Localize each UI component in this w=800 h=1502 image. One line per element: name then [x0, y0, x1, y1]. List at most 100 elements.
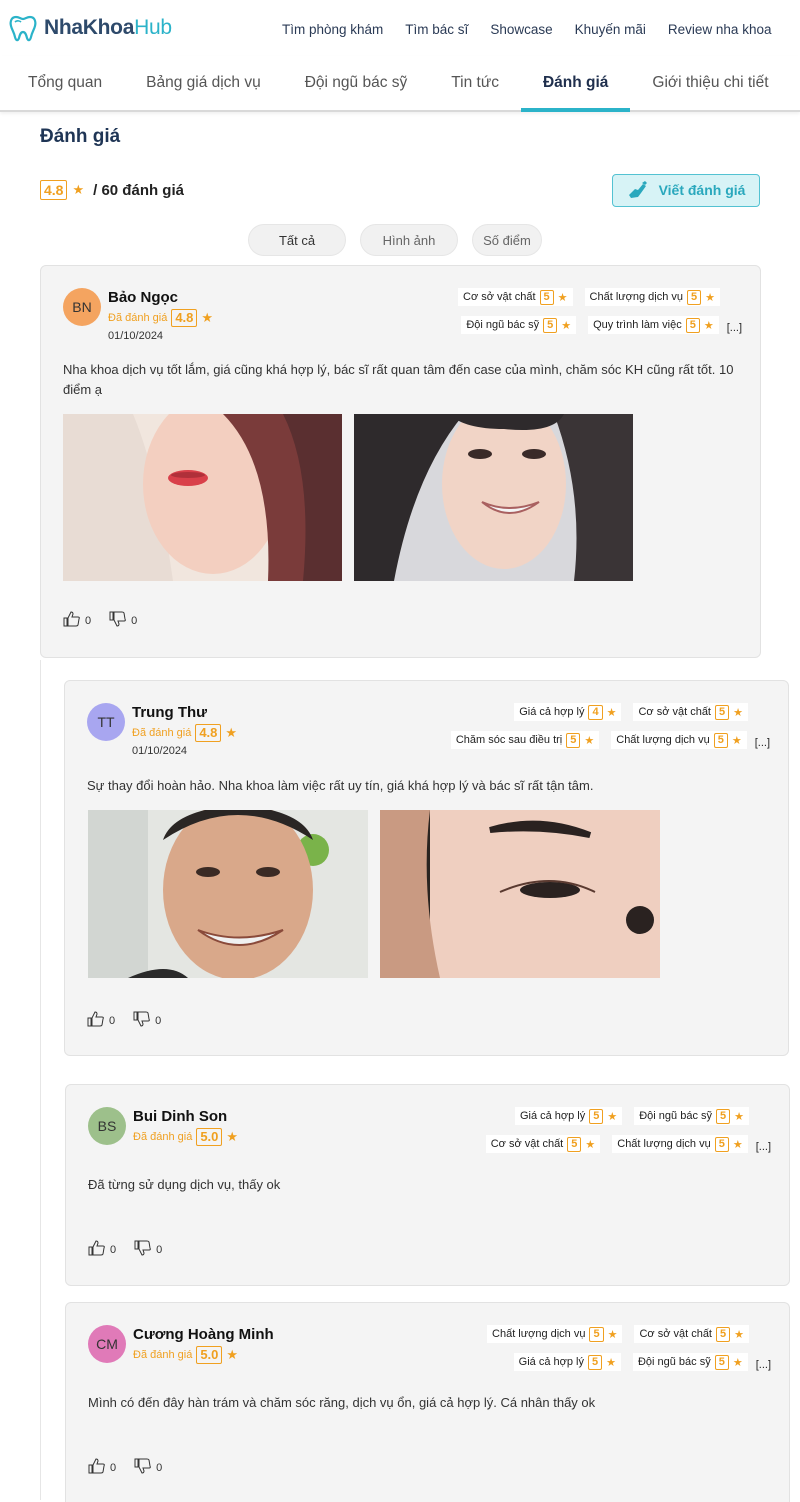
star-icon: ★ — [733, 706, 743, 719]
review-card: BS Bui Dinh Son Đã đánh giá 5.0 ★ Giá cả… — [65, 1084, 790, 1286]
rated-score: Đã đánh giá 4.8 ★ — [108, 309, 213, 327]
tab-price-list[interactable]: Bảng giá dịch vụ — [146, 74, 261, 110]
review-count: / 60 đánh giá — [93, 181, 184, 199]
thumbs-up-icon — [87, 1011, 104, 1027]
score-badge: 5.0 — [196, 1346, 223, 1364]
more-criteria-link[interactable]: [...] — [755, 737, 770, 749]
review-date: 01/10/2024 — [132, 745, 188, 757]
tooth-logo-icon — [9, 15, 37, 42]
thread-line — [40, 660, 41, 1500]
star-icon: ★ — [607, 1328, 618, 1341]
reviews-title: Đánh giá — [40, 126, 121, 147]
thumbs-up-icon — [88, 1458, 105, 1474]
nav-showcase[interactable]: Showcase — [490, 22, 552, 37]
rated-score: Đã đánh giá 5.0 ★ — [133, 1128, 238, 1146]
criterion-chip: Giá cả hợp lý 5 ★ — [513, 1353, 621, 1371]
rated-label: Đã đánh giá — [132, 727, 192, 739]
reviewer-name: Bui Dinh Son — [133, 1108, 228, 1125]
thumbs-down-icon — [134, 1458, 151, 1474]
rated-label: Đã đánh giá — [133, 1131, 193, 1143]
star-icon: ★ — [201, 310, 214, 325]
tab-doctors[interactable]: Đội ngũ bác sỹ — [305, 74, 408, 110]
dislike-button[interactable]: 0 — [133, 1011, 161, 1027]
criterion-chip: Chất lượng dịch vụ 5 ★ — [584, 288, 720, 306]
star-icon: ★ — [606, 1356, 616, 1369]
top-header: NhaKhoaHub Tìm phòng khám Tìm bác sĩ Sho… — [0, 0, 800, 56]
rated-score: Đã đánh giá 4.8 ★ — [132, 724, 237, 742]
criteria-scores: Chất lượng dịch vụ 5 ★ Cơ sở vật chất 5 ★ Gi… — [329, 1325, 771, 1381]
review-photo[interactable] — [354, 414, 633, 581]
nav-find-doctor[interactable]: Tìm bác sĩ — [405, 22, 468, 37]
filter-images[interactable]: Hình ảnh — [360, 224, 458, 256]
average-score-badge: 4.8 — [40, 180, 68, 200]
avatar: BS — [88, 1107, 126, 1145]
star-icon: ★ — [561, 319, 572, 332]
thumbs-down-icon — [133, 1011, 150, 1027]
criterion-chip: Đội ngũ bác sỹ 5 ★ — [634, 1107, 749, 1125]
review-photo[interactable] — [380, 810, 660, 978]
like-count: 0 — [109, 1015, 116, 1027]
dislike-count: 0 — [156, 1244, 163, 1256]
criteria-scores: Giá cả hợp lý 4 ★ Cơ sở vật chất 5 ★ Chăm só… — [328, 703, 770, 759]
criterion-chip: Chất lượng dịch vụ 5 ★ — [611, 731, 747, 749]
reaction-bar: 0 0 — [87, 1011, 161, 1027]
star-icon: ★ — [72, 182, 85, 197]
review-photo[interactable] — [63, 414, 342, 581]
star-icon: ★ — [705, 291, 715, 304]
criterion-chip: Cơ sở vật chất 5 ★ — [458, 288, 573, 306]
star-icon: ★ — [557, 291, 568, 304]
criterion-chip: Chất lượng dịch vụ 5 ★ — [487, 1325, 623, 1343]
rated-label: Đã đánh giá — [108, 312, 168, 324]
review-card: BN Bảo Ngọc Đã đánh giá 4.8 ★ 01/10/2024… — [40, 265, 761, 658]
rated-score: Đã đánh giá 5.0 ★ — [133, 1346, 238, 1364]
star-icon: ★ — [607, 1110, 618, 1123]
thumbs-up-icon — [88, 1240, 105, 1256]
filter-all[interactable]: Tất cả — [248, 224, 346, 256]
score-badge: 4.8 — [195, 724, 222, 742]
dislike-count: 0 — [131, 615, 138, 627]
criterion-chip: Quy trình làm việc 5 ★ — [588, 316, 719, 334]
more-criteria-link[interactable]: [...] — [727, 322, 742, 334]
dislike-count: 0 — [156, 1462, 163, 1474]
avatar: BN — [63, 288, 101, 326]
review-text: Đã từng sử dụng dịch vụ, thấy ok — [88, 1177, 281, 1192]
portrait-photo — [63, 414, 342, 581]
like-button[interactable]: 0 — [87, 1011, 115, 1027]
tab-overview[interactable]: Tổng quan — [28, 74, 102, 110]
criteria-scores: Cơ sở vật chất 5 ★ Chất lượng dịch vụ 5 ★ Độ… — [300, 288, 742, 344]
nav-find-clinic[interactable]: Tìm phòng khám — [282, 22, 383, 37]
dislike-button[interactable]: 0 — [134, 1458, 162, 1474]
portrait-photo — [354, 414, 633, 581]
more-criteria-link[interactable]: [...] — [756, 1141, 771, 1153]
nav-dental-review[interactable]: Review nha khoa — [668, 22, 772, 37]
criterion-chip: Cơ sở vật chất 5 ★ — [485, 1135, 601, 1153]
like-button[interactable]: 0 — [88, 1458, 116, 1474]
tab-reviews[interactable]: Đánh giá — [520, 74, 632, 112]
criterion-chip: Chăm sóc sau điều trị 5 ★ — [450, 731, 600, 749]
more-criteria-link[interactable]: [...] — [756, 1359, 771, 1371]
criterion-chip: Đội ngũ bác sỹ 5 ★ — [461, 316, 577, 334]
nav-promotions[interactable]: Khuyến mãi — [575, 22, 646, 37]
star-icon: ★ — [732, 1356, 743, 1369]
review-photo[interactable] — [88, 810, 368, 978]
brand-logo[interactable]: NhaKhoaHub — [8, 13, 172, 43]
brand-name: NhaKhoaHub — [44, 16, 172, 39]
dislike-count: 0 — [155, 1015, 162, 1027]
dislike-button[interactable]: 0 — [134, 1240, 162, 1256]
criteria-scores: Giá cả hợp lý 5 ★ Đội ngũ bác sỹ 5 ★ Cơ sở v… — [329, 1107, 771, 1163]
criterion-chip: Giá cả hợp lý 4 ★ — [514, 703, 622, 721]
write-review-button[interactable]: Viết đánh giá — [612, 173, 760, 207]
like-button[interactable]: 0 — [63, 611, 91, 627]
tab-details[interactable]: Giới thiệu chi tiết — [652, 74, 768, 110]
avatar: CM — [88, 1325, 126, 1363]
rating-summary: 4.8 ★ / 60 đánh giá Viết đánh giá — [40, 173, 760, 207]
tab-news[interactable]: Tin tức — [451, 74, 499, 110]
filter-score[interactable]: Số điểm — [472, 224, 542, 256]
reviews-section: Đánh giá 4.8 ★ / 60 đánh giá Viết đánh g… — [0, 112, 800, 256]
star-icon: ★ — [606, 706, 617, 719]
like-button[interactable]: 0 — [88, 1240, 116, 1256]
review-filters: Tất cả Hình ảnh Số điểm — [248, 224, 760, 256]
reaction-bar: 0 0 — [88, 1240, 162, 1256]
dislike-button[interactable]: 0 — [109, 611, 137, 627]
like-count: 0 — [85, 615, 92, 627]
